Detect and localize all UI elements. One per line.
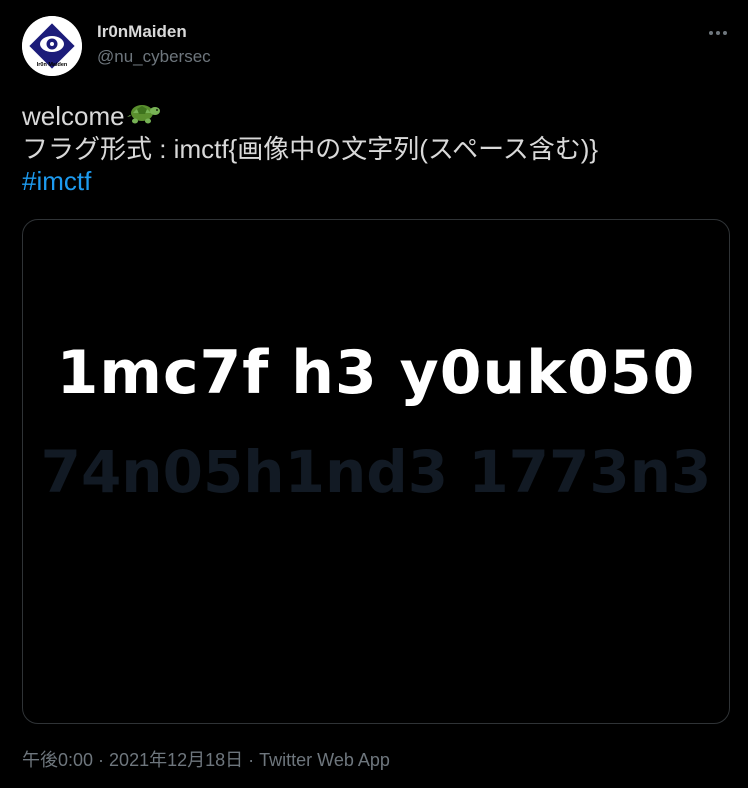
- author-handle[interactable]: @nu_cybersec: [97, 47, 211, 67]
- tweet-line-hashtag: #imctf: [22, 165, 722, 197]
- more-dot: [723, 31, 727, 35]
- more-horizontal-icon: [709, 31, 713, 35]
- author-block: Ir0nMaiden @nu_cybersec: [97, 22, 211, 67]
- tweet-welcome-text: welcome: [22, 101, 125, 131]
- meta-separator: ·: [93, 750, 110, 770]
- tweet-time[interactable]: 午後0:00: [22, 750, 93, 770]
- eye-logo-icon: Ir0n Maiden: [22, 16, 82, 76]
- image-visible-text: 1mc7f h3 y0uk050: [56, 338, 696, 408]
- tweet-image[interactable]: 1mc7f h3 y0uk050 74n05h1nd3 1773n3: [22, 219, 730, 724]
- tweet-date[interactable]: 2021年12月18日: [109, 750, 243, 770]
- hashtag-link[interactable]: #imctf: [22, 166, 91, 196]
- more-dot: [716, 31, 720, 35]
- tweet-text: welcome フラグ形式 : imctf{画像中の文字列(スペース含む)} #…: [22, 100, 722, 197]
- tweet: Ir0n Maiden Ir0nMaiden @nu_cybersec welc…: [0, 0, 748, 788]
- tweet-meta: 午後0:00 · 2021年12月18日 · Twitter Web App: [22, 746, 390, 772]
- tweet-line-flag-format: フラグ形式 : imctf{画像中の文字列(スペース含む)}: [22, 133, 599, 164]
- author-display-name[interactable]: Ir0nMaiden: [97, 22, 211, 42]
- svg-text:Ir0n Maiden: Ir0n Maiden: [37, 62, 68, 68]
- avatar[interactable]: Ir0n Maiden: [22, 16, 82, 76]
- turtle-emoji-icon: [126, 100, 161, 133]
- tweet-source[interactable]: Twitter Web App: [259, 750, 390, 770]
- more-options-button[interactable]: [704, 22, 732, 44]
- meta-separator: ·: [243, 750, 260, 770]
- image-hidden-text: 74n05h1nd3 1773n3: [40, 438, 712, 506]
- tweet-line-welcome: welcome: [22, 100, 722, 133]
